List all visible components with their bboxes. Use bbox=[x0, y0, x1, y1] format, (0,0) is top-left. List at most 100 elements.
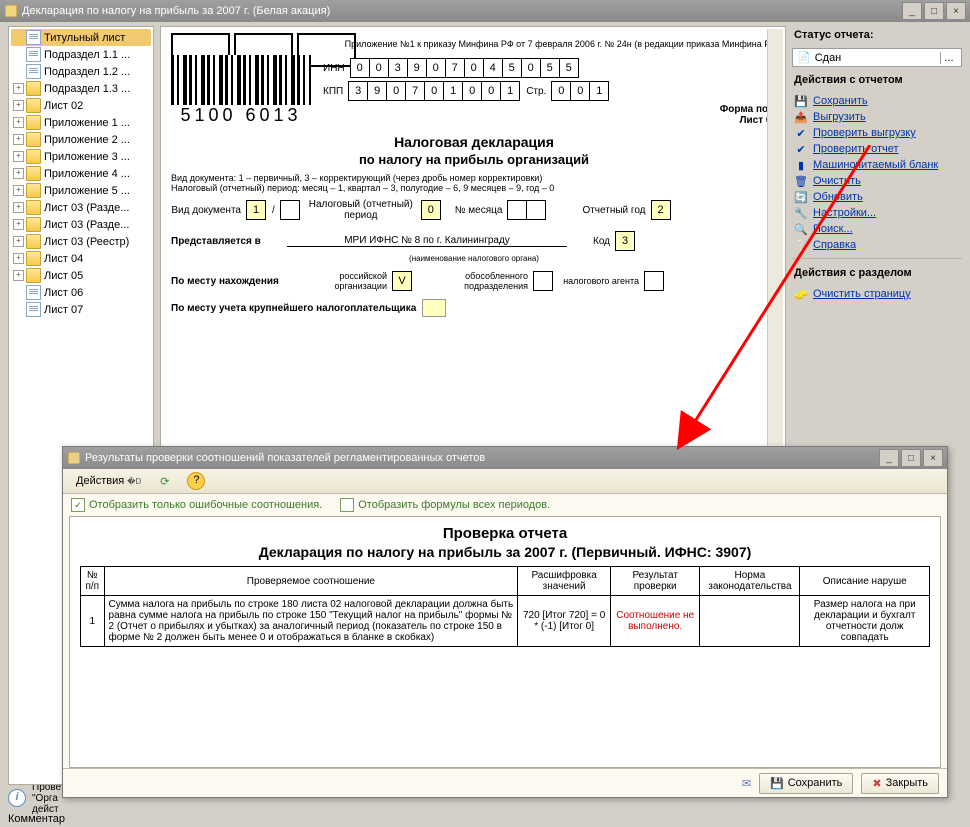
present-caption: (наименование налогового органа) bbox=[171, 254, 777, 263]
action-eraser[interactable]: 🧽Очистить страницу bbox=[792, 286, 962, 302]
save-icon: 💾 bbox=[770, 777, 784, 790]
code-cell[interactable]: 3 bbox=[615, 231, 635, 251]
subdiv-cell[interactable] bbox=[533, 271, 553, 291]
page-icon bbox=[26, 302, 41, 317]
save-icon: 💾 bbox=[794, 94, 808, 108]
actions-menu[interactable]: Действия�D bbox=[69, 472, 148, 490]
folder-icon bbox=[26, 251, 41, 266]
info-icon: i bbox=[8, 789, 26, 807]
tree-item[interactable]: +Приложение 1 ... bbox=[11, 114, 151, 131]
section-header: Действия с разделом bbox=[792, 264, 962, 282]
tree-item[interactable]: Титульный лист bbox=[11, 29, 151, 46]
vid-cell[interactable]: 1 bbox=[246, 200, 266, 220]
tree-item[interactable]: +Лист 02 bbox=[11, 97, 151, 114]
check-results-window: Результаты проверки соотношений показате… bbox=[62, 446, 948, 798]
sub-close[interactable]: × bbox=[923, 449, 943, 467]
settings-icon: 🔧 bbox=[794, 206, 808, 220]
tree-item[interactable]: +Лист 05 bbox=[11, 267, 151, 284]
folder-icon bbox=[26, 81, 41, 96]
year-cell[interactable]: 2 bbox=[651, 200, 671, 220]
folder-icon bbox=[26, 132, 41, 147]
status-box[interactable]: 📄 Сдан ... bbox=[792, 48, 962, 67]
main-window: Декларация по налогу на прибыль за 2007 … bbox=[0, 0, 970, 827]
large-cell[interactable] bbox=[422, 299, 446, 317]
sub-minimize[interactable]: _ bbox=[879, 449, 899, 467]
tree-item[interactable]: +Лист 04 bbox=[11, 250, 151, 267]
comment-label: Комментар bbox=[0, 811, 970, 827]
folder-icon bbox=[26, 217, 41, 232]
help-button[interactable]: ? bbox=[181, 470, 211, 492]
action-barcode[interactable]: ▮Машиночитаемый бланк bbox=[792, 157, 962, 173]
action-clear[interactable]: 🗑Очистить bbox=[792, 173, 962, 189]
col-header: Норма законодательства bbox=[700, 567, 800, 596]
folder-icon bbox=[26, 166, 41, 181]
action-search[interactable]: 🔍Поиск... bbox=[792, 221, 962, 237]
corr-cell[interactable] bbox=[280, 200, 300, 220]
page-icon bbox=[26, 30, 41, 45]
action-upload[interactable]: 📤Выгрузить bbox=[792, 109, 962, 125]
check-icon: ✔ bbox=[794, 126, 808, 140]
action-help[interactable]: ❔Справка bbox=[792, 237, 962, 253]
eraser-icon: 🧽 bbox=[794, 287, 808, 301]
page-icon bbox=[26, 47, 41, 62]
tree-item[interactable]: +Приложение 2 ... bbox=[11, 131, 151, 148]
tree-item[interactable]: Подраздел 1.1 ... bbox=[11, 46, 151, 63]
checkbox-all-periods[interactable]: Отобразить формулы всех периодов. bbox=[340, 498, 550, 512]
tree-item[interactable]: +Лист 03 (Разде... bbox=[11, 199, 151, 216]
mail-icon[interactable]: ✉ bbox=[742, 777, 751, 790]
org-cell[interactable]: V bbox=[392, 271, 412, 291]
tree-item[interactable]: +Лист 03 (Реестр) bbox=[11, 233, 151, 250]
page-icon bbox=[26, 64, 41, 79]
tree-item[interactable]: Лист 06 bbox=[11, 284, 151, 301]
maximize-button[interactable]: □ bbox=[924, 2, 944, 20]
minimize-button[interactable]: _ bbox=[902, 2, 922, 20]
folder-icon bbox=[26, 234, 41, 249]
barcode-icon: ▮ bbox=[794, 158, 808, 172]
large-label: По месту учета крупнейшего налогоплатель… bbox=[171, 303, 416, 314]
window-title: Декларация по налогу на прибыль за 2007 … bbox=[22, 5, 902, 17]
tree-item[interactable]: Лист 07 bbox=[11, 301, 151, 318]
page-icon bbox=[26, 285, 41, 300]
sub-maximize[interactable]: □ bbox=[901, 449, 921, 467]
help-icon: ❔ bbox=[794, 238, 808, 252]
close-button[interactable]: × bbox=[946, 2, 966, 20]
folder-icon bbox=[26, 183, 41, 198]
folder-icon bbox=[26, 268, 41, 283]
tree-item[interactable]: +Лист 03 (Разде... bbox=[11, 216, 151, 233]
month-cell2[interactable] bbox=[526, 200, 546, 220]
hint1: Вид документа: 1 – первичный, 3 – коррек… bbox=[171, 173, 777, 183]
period-cell[interactable]: 0 bbox=[421, 200, 441, 220]
agent-cell[interactable] bbox=[644, 271, 664, 291]
tree-item[interactable]: +Подраздел 1.3 ... bbox=[11, 80, 151, 97]
folder-icon bbox=[26, 98, 41, 113]
tree-item[interactable]: Подраздел 1.2 ... bbox=[11, 63, 151, 80]
app-icon bbox=[4, 4, 18, 18]
save-button[interactable]: 💾Сохранить bbox=[759, 773, 853, 794]
action-check[interactable]: ✔Проверить отчет bbox=[792, 141, 962, 157]
report-title: Проверка отчета bbox=[80, 525, 930, 542]
folder-icon bbox=[26, 149, 41, 164]
close-button[interactable]: ✖Закрыть bbox=[861, 773, 939, 794]
barcode: 5100 6013 bbox=[171, 55, 311, 126]
tree-item[interactable]: +Приложение 3 ... bbox=[11, 148, 151, 165]
report-area: Проверка отчета Декларация по налогу на … bbox=[69, 516, 941, 768]
present-value[interactable]: МРИ ИФНС № 8 по г. Калининграду bbox=[287, 235, 567, 247]
status-dots[interactable]: ... bbox=[940, 52, 957, 64]
report-subtitle: Декларация по налогу на прибыль за 2007 … bbox=[80, 544, 930, 560]
sub-titlebar: Результаты проверки соотношений показате… bbox=[63, 447, 947, 469]
month-cell1[interactable] bbox=[507, 200, 527, 220]
refresh-button[interactable]: ⟳ bbox=[154, 473, 175, 490]
check-icon: ✔ bbox=[794, 142, 808, 156]
filter-bar: ✓Отобразить только ошибочные соотношения… bbox=[63, 494, 947, 516]
tree-item[interactable]: +Приложение 5 ... bbox=[11, 182, 151, 199]
action-check[interactable]: ✔Проверить выгрузку bbox=[792, 125, 962, 141]
checkbox-errors-only[interactable]: ✓Отобразить только ошибочные соотношения… bbox=[71, 498, 322, 512]
action-settings[interactable]: 🔧Настройки... bbox=[792, 205, 962, 221]
tree-item[interactable]: +Приложение 4 ... bbox=[11, 165, 151, 182]
place-label: По месту нахождения bbox=[171, 276, 301, 287]
sub-toolbar: Действия�D ⟳ ? bbox=[63, 469, 947, 494]
col-header: Результат проверки bbox=[610, 567, 699, 596]
action-refresh[interactable]: 🔄Обновить bbox=[792, 189, 962, 205]
action-save[interactable]: 💾Сохранить bbox=[792, 93, 962, 109]
col-header: Описание наруше bbox=[800, 567, 930, 596]
